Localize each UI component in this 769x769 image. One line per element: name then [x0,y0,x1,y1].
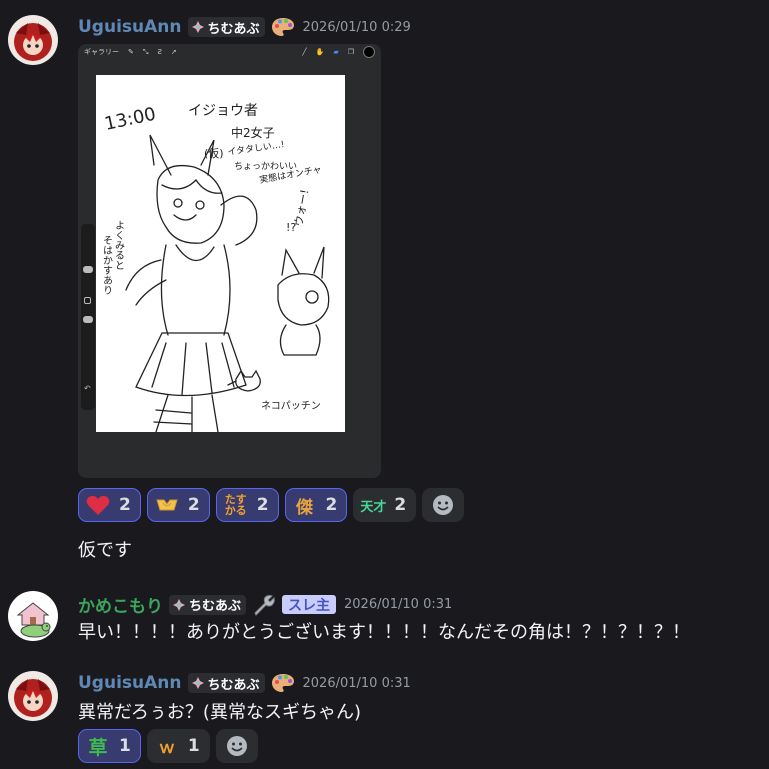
heart-icon [85,492,111,518]
guild-tag[interactable]: ちむあぶ [187,17,265,37]
reaction-count: 1 [187,736,200,756]
reaction-kusa-emote[interactable]: 草 1 [78,729,141,763]
reaction-hands-emote[interactable]: 2 [146,488,210,522]
timestamp[interactable]: 2026/01/10 0:31 [303,676,411,691]
reaction-count: 2 [394,495,407,515]
svg-text:ネコパッチン: ネコパッチン [261,400,321,412]
hands-heart-icon [154,492,180,518]
message-header: UguisuAnn ちむあぶ 2026/01/10 0:31 [78,672,411,694]
toolbar-gallery-label: ギャラリー [84,48,119,56]
guild-tag-icon [191,21,204,33]
avatar-image [8,591,58,641]
reaction-wara-emote[interactable]: ｗ 1 [146,729,210,763]
smudge-icon: ✋ [315,48,325,56]
message-header: UguisuAnn ちむあぶ 2026/01/10 0:29 [78,16,411,38]
avatar-image [8,671,58,721]
tasukaru-icon: たす かる [224,493,247,517]
add-reaction-icon [226,736,247,756]
svg-text:イタタしい…!: イタタしい…! [227,139,285,158]
guild-tag-label: ちむあぶ [207,677,260,693]
reaction-count: 2 [119,495,131,515]
color-swatch-icon [363,46,375,58]
add-reaction-button[interactable] [215,729,258,763]
svg-text:中2女子: 中2女子 [231,125,275,140]
guild-tag[interactable]: ちむあぶ [169,594,247,615]
procreate-toolbar: ギャラリー ✎ ⤡ Ƨ ➚ ╱ ✋ ▰ ❐ [78,44,381,60]
wrench-icon: ✎ [128,48,134,56]
guild-tag-icon [191,677,204,689]
wrench-icon [252,594,276,616]
timestamp[interactable]: 2026/01/10 0:31 [344,597,452,612]
username[interactable]: かめこもり [78,592,163,617]
ijou-icon: 傑 [296,497,314,518]
guild-tag-label: ちむあぶ [189,599,242,614]
side-toolbar: ↶ [81,224,95,410]
add-reaction-button[interactable] [422,488,465,522]
selection-icon: Ƨ [157,48,162,56]
reaction-tasukaru-emote[interactable]: たす かる 2 [215,488,279,522]
guild-tag-label: ちむあぶ [207,21,260,37]
reaction-ijou-emote[interactable]: 傑 2 [284,488,348,522]
svg-text:よくみると: よくみると [113,220,125,270]
svg-text:イジョウ者: イジョウ者 [188,103,258,119]
reaction-bar: 草 1 ｗ 1 [78,729,258,763]
brush-icon: ╱ [302,48,307,56]
svg-text:そはかすあり: そはかすあり [101,235,113,295]
image-attachment[interactable]: ギャラリー ✎ ⤡ Ƨ ➚ ╱ ✋ ▰ ❐ ↶ 13:00 イジョウ者 中2女子… [78,44,381,478]
username[interactable]: UguisuAnn [78,673,182,693]
layers-icon: ❐ [347,48,354,56]
message-text: 仮です [78,540,132,561]
message-text: 早い！！！！ありがとうございます！！！！なんだその角は！？！？！？！ [78,622,690,643]
reaction-heart[interactable]: 2 [78,488,141,522]
reaction-tensai-emote[interactable]: 天才 2 [353,488,417,522]
avatar[interactable] [8,15,58,65]
tensai-icon: 天才 [360,499,387,515]
message-header: かめこもり ちむあぶ スレ主 2026/01/10 0:31 [78,592,452,617]
add-reaction-icon [433,495,454,515]
wara-icon: ｗ [158,738,175,757]
reaction-bar: 2 2 たす かる 2 傑 2 天才 2 [78,488,465,522]
sketch-canvas: 13:00 イジョウ者 中2女子 (仮) イタタしい…! ちょっかわいい 実態は… [96,75,345,433]
eraser-icon: ▰ [333,48,339,56]
avatar-image [8,15,58,65]
svg-text:(仮): (仮) [204,147,224,160]
wand-icon: ⤡ [142,47,149,56]
svg-text:13:00: 13:00 [103,104,158,135]
avatar[interactable] [8,591,58,641]
reaction-count: 2 [256,495,269,515]
kusa-icon: 草 [88,736,108,759]
palette-icon [271,672,295,694]
palette-icon [271,16,295,38]
avatar[interactable] [8,671,58,721]
message-text: 異常だろぅお？(異常なスギちゃん) [78,702,361,723]
guild-tag[interactable]: ちむあぶ [187,673,265,693]
sketch-drawing: 13:00 イジョウ者 中2女子 (仮) イタタしい…! ちょっかわいい 実態は… [101,103,330,433]
svg-text:!?: !? [286,221,296,234]
timestamp[interactable]: 2026/01/10 0:29 [303,20,411,35]
guild-tag-icon [173,598,185,611]
transform-icon: ➚ [170,48,177,56]
reaction-count: 2 [325,495,338,515]
thread-owner-badge: スレ主 [282,595,337,614]
reaction-count: 1 [119,736,131,756]
reaction-count: 2 [187,495,200,515]
username[interactable]: UguisuAnn [78,17,182,37]
